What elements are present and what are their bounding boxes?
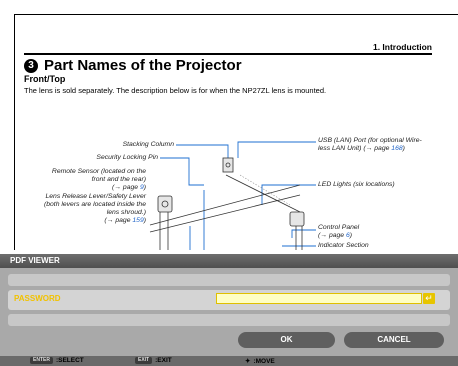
label-control-panel: Control Panel (→ page 6) [318,224,360,239]
label-stacking-column: Stacking Column [122,141,174,148]
label-led-lights: LED Lights (six locations) [318,181,395,188]
manual-page: 1. Introduction 3 Part Names of the Proj… [0,0,458,250]
guide-move: ✦ :MOVE [245,357,275,366]
ok-button[interactable]: OK [238,332,335,348]
label-indicator-section: Indicator Section [318,242,369,249]
cancel-button[interactable]: CANCEL [344,332,444,348]
key-guide-bar: ENTER :SELECT EXIT :EXIT ✦ :MOVE [0,356,458,366]
link-page-168[interactable]: 168 [391,145,402,152]
dialog-title: PDF VIEWER [0,254,458,268]
password-label: PASSWORD [14,294,61,303]
label-security-locking-pin: Security Locking Pin [96,154,158,161]
enter-icon[interactable]: ↵ [423,293,435,304]
password-input[interactable] [216,293,422,304]
label-lens-release-lever: Lens Release Lever/Safety Lever (both le… [43,193,146,224]
guide-select: ENTER :SELECT [30,357,84,364]
dialog-row-band [8,314,450,326]
link-page-159[interactable]: 159 [132,217,143,224]
directional-pad-icon: ✦ [245,358,251,365]
exit-key-icon: EXIT [135,357,153,364]
dialog-row-band [8,274,450,286]
label-usb-lan-port: USB (LAN) Port (for optional Wire- less … [318,137,422,152]
pdf-viewer-dialog: PDF VIEWER PASSWORD ↵ OK CANCEL ENTER :S… [0,254,458,366]
enter-key-icon: ENTER [30,357,53,364]
label-remote-sensor: Remote Sensor (located on the front and … [51,168,146,191]
guide-exit: EXIT :EXIT [135,357,172,364]
